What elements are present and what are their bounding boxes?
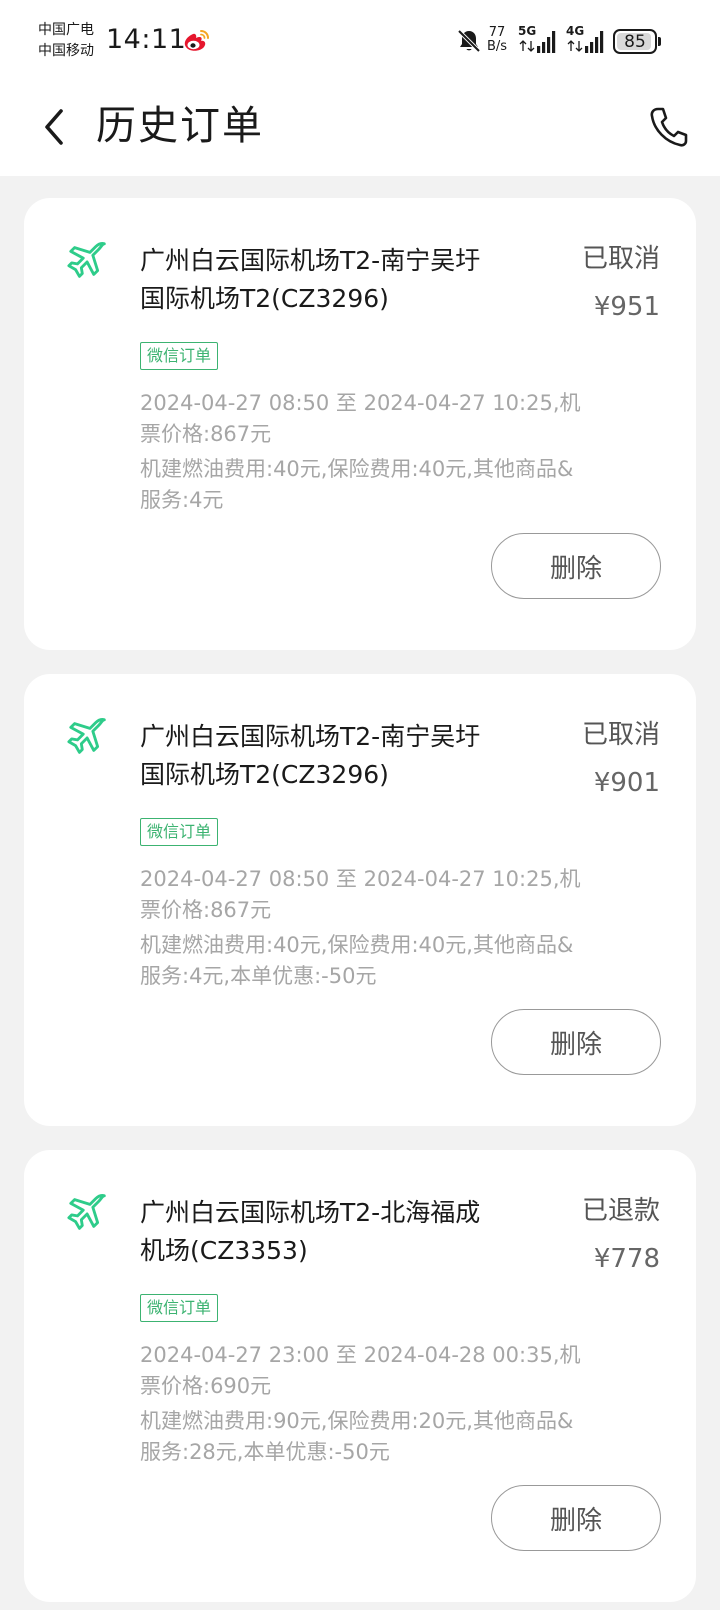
fee-line-2: 服务:4元,本单优惠:-50元 [140, 964, 377, 988]
carrier-2: 中国移动 [38, 43, 94, 59]
order-price: ¥778 [593, 1244, 660, 1274]
time-line-2: 票价格:867元 [140, 422, 272, 446]
route-line-2: 国际机场T2(CZ3296) [140, 284, 389, 313]
battery-tip [658, 37, 661, 46]
fee-line-1: 机建燃油费用:40元,保险费用:40元,其他商品& [140, 457, 574, 481]
delete-button[interactable]: 删除 [491, 1009, 661, 1075]
battery-icon: 85 [613, 29, 657, 54]
fee-line-1: 机建燃油费用:90元,保险费用:20元,其他商品& [140, 1409, 574, 1433]
battery-level: 85 [624, 31, 646, 52]
call-button[interactable] [646, 104, 692, 150]
source-tag: 微信订单 [140, 342, 219, 370]
route-title: 广州白云国际机场T2-南宁吴圩 国际机场T2(CZ3296) [140, 718, 530, 794]
net-speed-value: 77 [488, 25, 506, 40]
order-card[interactable]: 广州白云国际机场T2-南宁吴圩 国际机场T2(CZ3296) 已取消 ¥951 … [24, 198, 696, 650]
delete-button[interactable]: 删除 [491, 533, 661, 599]
network-speed: 77 B/s [484, 26, 510, 54]
battery-indicator: 85 [613, 29, 661, 54]
order-status: 已退款 [581, 1196, 660, 1226]
order-card[interactable]: 广州白云国际机场T2-北海福成 机场(CZ3353) 已退款 ¥778 微信订单… [24, 1150, 696, 1602]
flight-time-detail: 2024-04-27 08:50 至 2024-04-27 10:25,机 票价… [140, 388, 626, 450]
route-title: 广州白云国际机场T2-南宁吴圩 国际机场T2(CZ3296) [140, 242, 530, 318]
net-speed-unit: B/s [486, 39, 508, 54]
time-line-1: 2024-04-27 23:00 至 2024-04-28 00:35,机 [140, 1343, 581, 1367]
fee-line-2: 服务:4元 [140, 488, 224, 512]
time-line-1: 2024-04-27 08:50 至 2024-04-27 10:25,机 [140, 391, 581, 415]
notification-muted-icon [457, 29, 481, 53]
flight-time-detail: 2024-04-27 23:00 至 2024-04-28 00:35,机 票价… [140, 1340, 626, 1402]
plane-icon [67, 1193, 106, 1230]
route-line-2: 国际机场T2(CZ3296) [140, 760, 389, 789]
route-line-1: 广州白云国际机场T2-南宁吴圩 [140, 722, 481, 751]
fee-detail: 机建燃油费用:90元,保险费用:20元,其他商品& 服务:28元,本单优惠:-5… [140, 1406, 626, 1468]
order-price: ¥901 [593, 768, 660, 798]
time-line-1: 2024-04-27 08:50 至 2024-04-27 10:25,机 [140, 867, 581, 891]
source-tag: 微信订单 [140, 818, 219, 846]
time-line-2: 票价格:867元 [140, 898, 272, 922]
plane-icon [67, 241, 106, 278]
order-price: ¥951 [593, 292, 660, 322]
order-status: 已取消 [581, 244, 660, 274]
flight-time-detail: 2024-04-27 08:50 至 2024-04-27 10:25,机 票价… [140, 864, 626, 926]
fee-detail: 机建燃油费用:40元,保险费用:40元,其他商品& 服务:4元,本单优惠:-50… [140, 930, 626, 992]
status-bar: 中国广电 中国移动 14:11 77 B/s 5G 4G 85 [0, 0, 720, 82]
plane-icon [67, 717, 106, 754]
signal-bars-icon [567, 31, 604, 53]
carrier-1: 中国广电 [38, 22, 94, 38]
status-time: 14:11 [106, 24, 187, 55]
order-status: 已取消 [581, 720, 660, 750]
route-line-2: 机场(CZ3353) [140, 1236, 308, 1265]
carrier-names: 中国广电 中国移动 [38, 20, 94, 62]
phone-icon [650, 107, 688, 147]
page-title: 历史订单 [96, 103, 264, 149]
delete-button[interactable]: 删除 [491, 1485, 661, 1551]
fee-detail: 机建燃油费用:40元,保险费用:40元,其他商品& 服务:4元 [140, 454, 626, 516]
back-button[interactable] [30, 102, 78, 152]
fee-line-1: 机建燃油费用:40元,保险费用:40元,其他商品& [140, 933, 574, 957]
fee-line-2: 服务:28元,本单优惠:-50元 [140, 1440, 390, 1464]
route-title: 广州白云国际机场T2-北海福成 机场(CZ3353) [140, 1194, 530, 1270]
app-header: 历史订单 [0, 82, 720, 176]
signal-bars-icon [519, 31, 556, 53]
order-card[interactable]: 广州白云国际机场T2-南宁吴圩 国际机场T2(CZ3296) 已取消 ¥901 … [24, 674, 696, 1126]
weibo-icon [184, 30, 209, 51]
signal-4g-indicator: 4G [566, 24, 610, 54]
route-line-1: 广州白云国际机场T2-北海福成 [140, 1198, 481, 1227]
chevron-left-icon [45, 109, 63, 145]
signal-5g-indicator: 5G [518, 24, 562, 54]
time-line-2: 票价格:690元 [140, 1374, 272, 1398]
route-line-1: 广州白云国际机场T2-南宁吴圩 [140, 246, 481, 275]
source-tag: 微信订单 [140, 1294, 219, 1322]
